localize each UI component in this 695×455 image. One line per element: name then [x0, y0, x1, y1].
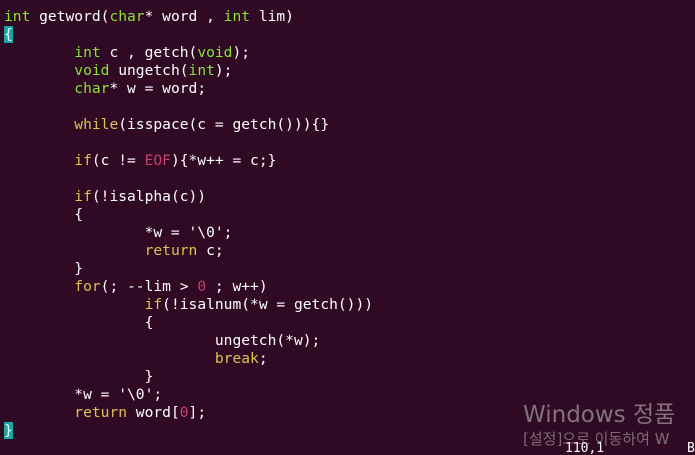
token-type: int: [4, 8, 31, 25]
code-line[interactable]: return c;: [4, 242, 224, 260]
token-text: ;: [258, 350, 268, 367]
token-kw: break: [214, 350, 259, 367]
token-text: ;: [223, 224, 233, 241]
scroll-indicator: B: [687, 441, 695, 455]
token-text: ungetch(: [109, 62, 189, 79]
token-text: );: [232, 44, 251, 61]
code-line[interactable]: while(isspace(c = getch())){}: [4, 116, 329, 134]
token-num: 0: [179, 404, 189, 421]
token-type: void: [197, 44, 233, 61]
code-line[interactable]: if(c != EOF){*w++ = c;}: [4, 152, 276, 170]
code-line[interactable]: ungetch(*w);: [4, 332, 320, 350]
token-text: c , getch(: [100, 44, 198, 61]
token-text: c;: [197, 242, 224, 259]
token-type: int: [223, 8, 251, 25]
code-line[interactable]: {: [4, 206, 83, 224]
token-text: (!isalpha(c)): [91, 188, 207, 205]
token-text: {: [4, 314, 154, 331]
activation-watermark-title: Windows 정품: [523, 402, 676, 428]
text-cursor: {: [4, 26, 13, 43]
code-line[interactable]: int getword(char* word , int lim): [4, 8, 294, 26]
code-line[interactable]: }: [4, 260, 83, 278]
token-text: *w =: [4, 224, 189, 241]
code-line[interactable]: break;: [4, 350, 268, 368]
token-text: ];: [188, 404, 207, 421]
token-kw: if: [74, 188, 92, 205]
token-num: 0: [197, 278, 207, 295]
token-kw: return: [74, 404, 128, 421]
token-text: * word ,: [144, 8, 224, 25]
code-line[interactable]: }: [4, 422, 13, 440]
token-text: ; w++): [206, 278, 268, 295]
token-text: word[: [127, 404, 180, 421]
token-text: (c !=: [91, 152, 145, 169]
code-line[interactable]: if(!isalpha(c)): [4, 188, 206, 206]
code-line[interactable]: *w = '\0';: [4, 386, 162, 404]
token-type: void: [74, 62, 110, 79]
token-text: {: [4, 206, 84, 223]
code-line[interactable]: int c , getch(void);: [4, 44, 250, 62]
token-kw: for: [74, 278, 101, 295]
token-type: int: [74, 44, 101, 61]
token-text: (!isalnum(*w = getch())): [162, 296, 374, 313]
token-num: EOF: [144, 152, 171, 169]
terminal-window[interactable]: int getword(char* word , int lim){ int c…: [0, 0, 695, 455]
code-line[interactable]: {: [4, 314, 154, 332]
token-str: '\0': [118, 386, 154, 403]
token-kw: return: [144, 242, 198, 259]
code-line[interactable]: void ungetch(int);: [4, 62, 232, 80]
text-cursor: }: [4, 422, 13, 439]
token-type: char: [109, 8, 145, 25]
token-text: * w = word;: [109, 80, 207, 97]
token-text: lim): [250, 8, 294, 25]
code-line[interactable]: char* w = word;: [4, 80, 206, 98]
code-line[interactable]: return word[0];: [4, 404, 206, 422]
code-line[interactable]: *w = '\0';: [4, 224, 233, 242]
token-text: }: [4, 368, 154, 385]
code-line[interactable]: if(!isalnum(*w = getch())): [4, 296, 373, 314]
token-text: (isspace(c = getch())){}: [118, 116, 330, 133]
token-text: );: [214, 62, 233, 79]
code-line[interactable]: {: [4, 26, 13, 44]
token-text: ungetch(*w);: [4, 332, 321, 349]
activation-watermark-subtitle: [설정]으로 이동하여 W: [523, 430, 670, 448]
code-line[interactable]: for(; --lim > 0 ; w++): [4, 278, 268, 296]
token-str: '\0': [188, 224, 224, 241]
token-kw: while: [74, 116, 119, 133]
token-kw: if: [74, 152, 92, 169]
token-text: *w =: [4, 386, 119, 403]
token-text: ;: [153, 386, 163, 403]
code-line[interactable]: }: [4, 368, 154, 386]
token-text: getword(: [30, 8, 110, 25]
token-text: ){*w++ = c;}: [170, 152, 277, 169]
token-text: (; --lim >: [100, 278, 198, 295]
token-type: int: [188, 62, 215, 79]
token-type: char: [74, 80, 110, 97]
token-kw: if: [144, 296, 163, 313]
token-text: }: [4, 260, 84, 277]
